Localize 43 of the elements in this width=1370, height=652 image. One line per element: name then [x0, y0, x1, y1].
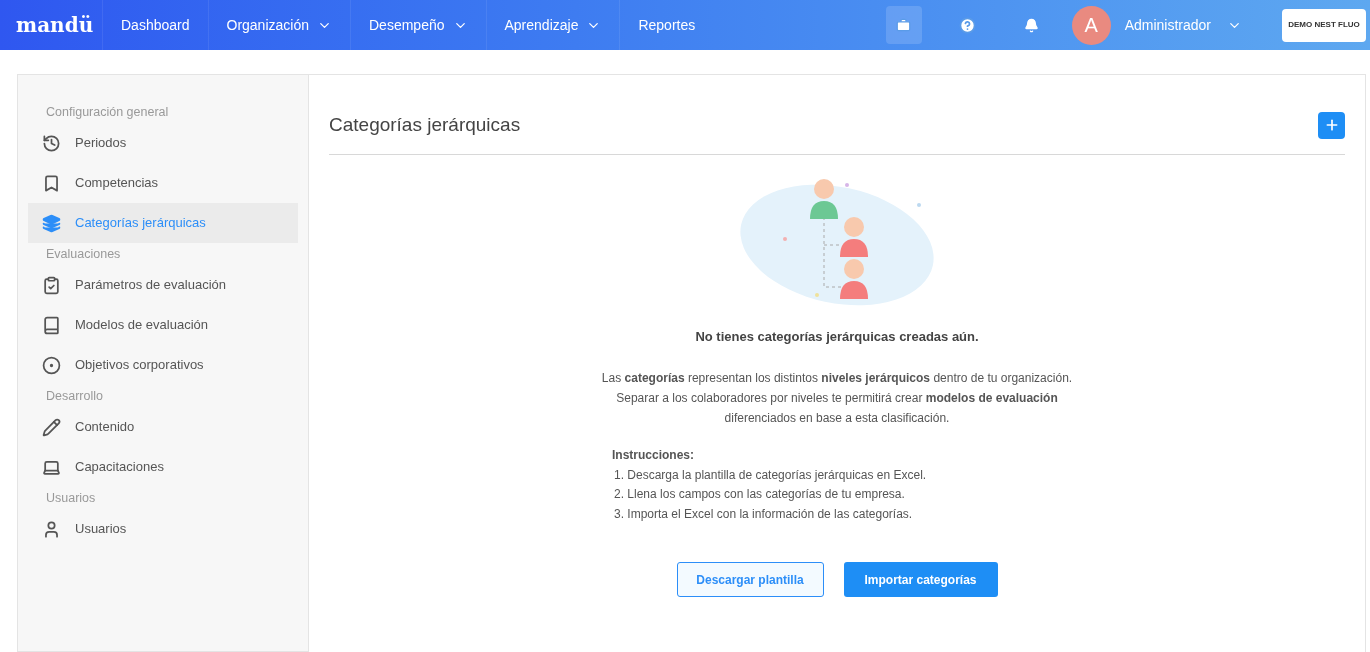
sidebar-item[interactable]: Parámetros de evaluación — [28, 265, 298, 305]
sidebar-section-heading: Desarrollo — [45, 387, 104, 405]
download-button[interactable]: Descargar plantilla — [676, 562, 824, 597]
sidebar-item[interactable]: Objetivos corporativos — [28, 345, 298, 385]
briefcase-button[interactable] — [885, 6, 922, 44]
logo[interactable]: mandü — [0, 10, 102, 40]
instruction-step: 2. Llena los campos con las categorías de tu empresa. — [612, 485, 992, 505]
add-button[interactable] — [1318, 111, 1345, 139]
user-name[interactable]: Administrador — [1124, 14, 1211, 36]
user-icon — [42, 519, 61, 539]
company-badge[interactable]: DEMO NEST FLUO — [1282, 8, 1366, 42]
instruction-step: 1. Descarga la plantilla de categorías jerárquicas en Excel. — [612, 465, 992, 485]
nav-menu-item[interactable]: Desempeño — [350, 0, 486, 50]
sidebar-item[interactable]: Usuarios — [28, 509, 298, 549]
help-icon — [959, 16, 977, 34]
sidebar-item[interactable]: Periodos — [28, 123, 298, 163]
sidebar-item[interactable]: Contenido — [28, 407, 298, 447]
nav-menu-item[interactable]: Reportes — [619, 0, 714, 50]
sidebar-item[interactable]: Competencias — [28, 163, 298, 203]
bookmark-icon — [42, 173, 61, 193]
page-title: Categorías jerárquicas — [329, 113, 521, 137]
layers-icon — [42, 213, 61, 233]
target-icon — [42, 355, 61, 375]
sidebar-section-heading: Usuarios — [45, 489, 97, 507]
nav-menu-item[interactable]: Organización — [207, 0, 350, 50]
clipboard-check-icon — [42, 275, 61, 295]
book-icon — [42, 315, 61, 335]
empty-state-title: No tienes categorías jerárquicas creadas aún. — [695, 327, 979, 346]
bell-icon — [1024, 17, 1040, 33]
history-icon — [42, 133, 61, 153]
instructions-heading: Instrucciones: — [612, 447, 696, 464]
description-paragraph: Las categorías representan los distintos niveles jerárquicos dentro de tu organización. Separar a los colaboradores por niveles te permitirá crear modelos de evaluación diferenciados en base a esta clasificación. — [600, 370, 1074, 427]
nav-menu-item[interactable]: Aprendizaje — [485, 0, 620, 50]
sidebar-section-heading: Configuración general — [45, 103, 170, 121]
instruction-step: 3. Importa el Excel con la información de las categorías. — [612, 504, 992, 524]
sidebar-item[interactable]: Capacitaciones — [28, 447, 298, 487]
nav-menu-item[interactable]: Dashboard — [102, 0, 208, 50]
sidebar-item[interactable]: Categorías jerárquicas — [28, 203, 298, 243]
sidebar-item[interactable]: Modelos de evaluación — [28, 305, 298, 345]
import-button[interactable]: Importar categorías — [843, 562, 998, 597]
pencil-icon — [42, 417, 61, 437]
sidebar-section-heading: Evaluaciones — [45, 245, 122, 263]
briefcase-icon — [896, 17, 912, 33]
